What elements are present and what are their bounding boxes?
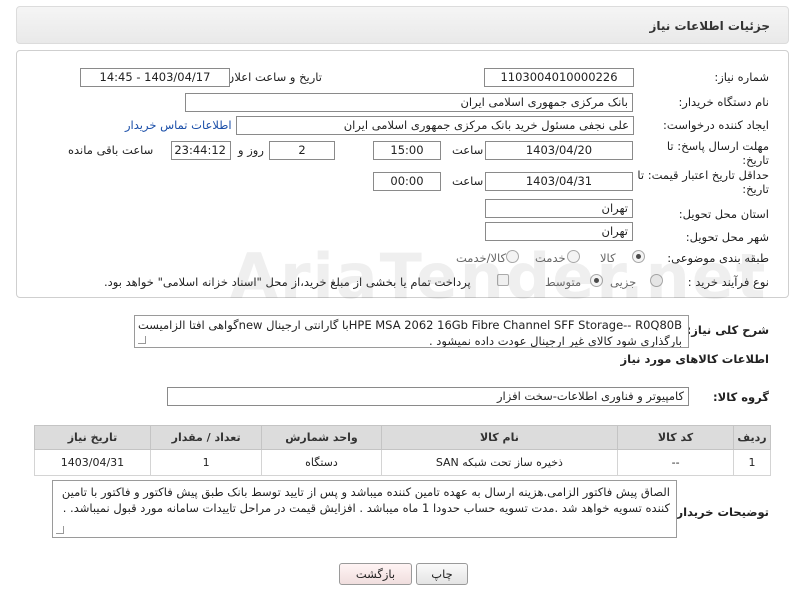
announce-datetime-field: 1403/04/17 - 14:45 [80, 68, 230, 87]
items-table: ردیف کد کالا نام کالا واحد شمارش تعداد /… [34, 425, 771, 476]
province-label: استان محل تحویل: [678, 207, 769, 221]
validity-time-label: ساعت [452, 174, 484, 188]
goods-group-field: کامپیوتر و فناوری اطلاعات-سخت افزار [167, 387, 689, 406]
page-header: جزئیات اطلاعات نیاز [16, 6, 789, 44]
need-number-field: 1103004010000226 [484, 68, 634, 87]
table-header-row: ردیف کد کالا نام کالا واحد شمارش تعداد /… [34, 425, 771, 450]
description-label: شرح کلی نیاز: [686, 323, 769, 337]
reply-deadline-label-2: تاریخ: [742, 153, 769, 167]
resize-grip-icon[interactable] [56, 526, 64, 534]
page-title: جزئیات اطلاعات نیاز [649, 19, 770, 33]
cell-row: 1 [733, 449, 771, 476]
reply-time-label: ساعت [452, 143, 484, 157]
remaining-time-field: 23:44:12 [171, 141, 231, 160]
col-date-header: تاریخ نیاز [34, 425, 151, 450]
city-field: تهران [485, 222, 633, 241]
reply-date-field: 1403/04/20 [485, 141, 633, 160]
description-textarea[interactable]: HPE MSA 2062 16Gb Fibre Channel SFF Stor… [134, 315, 689, 348]
process-minor-radio[interactable] [650, 274, 663, 287]
back-button[interactable]: بازگشت [339, 563, 412, 585]
goods-group-label: گروه کالا: [713, 390, 769, 404]
remaining-time-label: ساعت باقی مانده [68, 143, 154, 157]
category-both-radio[interactable] [506, 250, 519, 263]
buyer-notes-textarea[interactable]: الصاق پیش فاکتور الزامی.هزینه ارسال به ع… [52, 480, 677, 538]
buyer-org-field: بانک مرکزی جمهوری اسلامی ایران [185, 93, 633, 112]
print-button[interactable]: چاپ [416, 563, 468, 585]
category-service-label: خدمت [535, 251, 566, 265]
treasury-payment-note: پرداخت تمام یا بخشی از مبلغ خرید،از محل … [104, 275, 471, 289]
need-number-label: شماره نیاز: [714, 70, 769, 84]
province-field: تهران [485, 199, 633, 218]
reply-deadline-label: مهلت ارسال پاسخ: تا [666, 139, 769, 153]
buyer-org-label: نام دستگاه خریدار: [678, 95, 769, 109]
col-quantity-header: تعداد / مقدار [149, 425, 263, 450]
cell-name: ذخیره ساز تحت شبکه SAN [380, 449, 619, 476]
category-goods-radio[interactable] [632, 250, 645, 263]
city-label: شهر محل تحویل: [685, 230, 769, 244]
requester-field: علی نجفی مسئول خرید بانک مرکزی جمهوری اس… [236, 116, 634, 135]
cell-unit: دستگاه [261, 449, 382, 476]
category-service-radio[interactable] [567, 250, 580, 263]
cell-date: 1403/04/31 [34, 449, 151, 476]
process-label: نوع فرآیند خرید : [687, 275, 769, 289]
col-row-header: ردیف [733, 425, 771, 450]
reply-time-field: 15:00 [373, 141, 441, 160]
process-medium-radio[interactable] [590, 274, 603, 287]
table-row: 1 -- ذخیره ساز تحت شبکه SAN دستگاه 1 140… [34, 449, 771, 476]
col-code-header: کد کالا [617, 425, 735, 450]
treasury-payment-checkbox[interactable] [497, 274, 509, 286]
days-label: روز و [238, 143, 264, 157]
cell-quantity: 1 [149, 449, 263, 476]
col-name-header: نام کالا [380, 425, 619, 450]
buyer-contact-link[interactable]: اطلاعات تماس خریدار [125, 118, 232, 132]
description-line-1: HPE MSA 2062 16Gb Fibre Channel SFF Stor… [137, 318, 682, 332]
process-minor-label: جزیی [610, 275, 637, 289]
category-goods-label: کالا [600, 251, 616, 265]
category-both-label: کالا/خدمت [456, 251, 507, 265]
cell-code: -- [617, 449, 735, 476]
category-label: طبقه بندی موضوعی: [667, 251, 769, 265]
buyer-notes-text: الصاق پیش فاکتور الزامی.هزینه ارسال به ع… [61, 485, 670, 515]
col-unit-header: واحد شمارش [261, 425, 382, 450]
buyer-notes-label: توضیحات خریدار: [671, 505, 769, 519]
days-remaining-field: 2 [269, 141, 335, 160]
validity-time-field: 00:00 [373, 172, 441, 191]
process-medium-label: متوسط [545, 275, 582, 289]
goods-section-title: اطلاعات کالاهای مورد نیاز [620, 352, 769, 366]
validity-label: حداقل تاریخ اعتبار قیمت: تا [637, 168, 769, 182]
validity-date-field: 1403/04/31 [485, 172, 633, 191]
description-line-2: بارگذاری شود کالای غیر ارجینال عودت داده… [429, 334, 682, 348]
validity-label-2: تاریخ: [742, 182, 769, 196]
requester-label: ایجاد کننده درخواست: [663, 118, 769, 132]
resize-grip-icon[interactable] [138, 336, 146, 344]
